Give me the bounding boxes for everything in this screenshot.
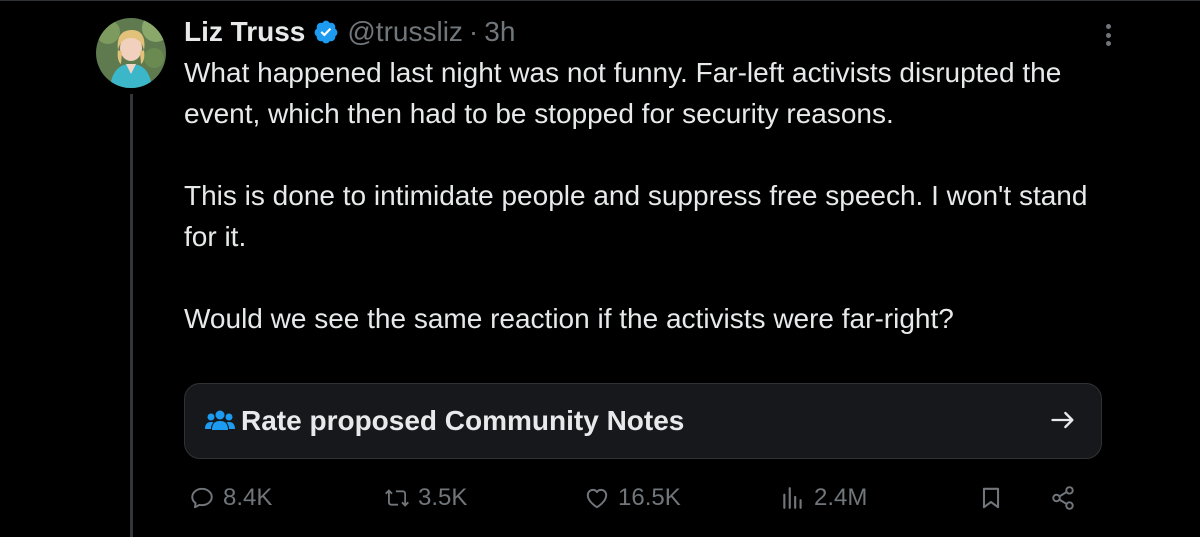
- tweet[interactable]: Liz Truss @trussliz · 3h What happened l…: [0, 0, 1200, 537]
- repost-icon: [385, 489, 409, 507]
- more-options-icon[interactable]: [1096, 20, 1120, 50]
- reply-button[interactable]: 8.4K: [189, 478, 272, 518]
- more-dot: [1105, 32, 1111, 38]
- share-button[interactable]: [1050, 478, 1076, 518]
- action-bar: 8.4K 3.5K 16.5K 2.4M: [0, 478, 1200, 518]
- views-icon: [783, 487, 802, 509]
- timestamp[interactable]: 3h: [484, 16, 515, 48]
- share-icon: [1052, 486, 1074, 510]
- repost-button[interactable]: 3.5K: [384, 478, 467, 518]
- divider: [0, 0, 1200, 1]
- tweet-paragraph: What happened last night was not funny. …: [184, 57, 1070, 129]
- separator-dot: ·: [468, 16, 479, 47]
- reply-count: 8.4K: [223, 484, 273, 511]
- like-button[interactable]: 16.5K: [584, 478, 681, 518]
- community-notes-label: Rate proposed Community Notes: [241, 405, 685, 436]
- tweet-header: Liz Truss @trussliz · 3h: [184, 14, 515, 50]
- bookmark-icon: [982, 487, 1000, 509]
- author-handle[interactable]: @trussliz: [347, 16, 463, 48]
- like-count: 16.5K: [618, 484, 681, 511]
- more-dot: [1105, 24, 1111, 29]
- views-count: 2.4M: [814, 484, 868, 511]
- thread-line: [130, 94, 133, 537]
- repost-count: 3.5K: [418, 484, 468, 511]
- tweet-text: What happened last night was not funny. …: [184, 52, 1104, 339]
- bookmark-button[interactable]: [978, 478, 1004, 518]
- community-notes-button[interactable]: Rate proposed Community Notes: [184, 383, 1102, 459]
- author-name[interactable]: Liz Truss: [184, 16, 305, 48]
- avatar[interactable]: [96, 18, 166, 88]
- tweet-paragraph: This is done to intimidate people and su…: [184, 180, 1096, 252]
- heart-icon: [586, 488, 608, 509]
- people-icon: [205, 410, 235, 430]
- more-dot: [1105, 41, 1111, 46]
- reply-icon: [191, 487, 213, 509]
- arrow-right-icon: [1051, 411, 1074, 429]
- avatar-image: [96, 18, 166, 88]
- views-button[interactable]: 2.4M: [780, 478, 867, 518]
- verified-badge-icon[interactable]: [313, 19, 339, 45]
- tweet-paragraph: Would we see the same reaction if the ac…: [184, 303, 954, 334]
